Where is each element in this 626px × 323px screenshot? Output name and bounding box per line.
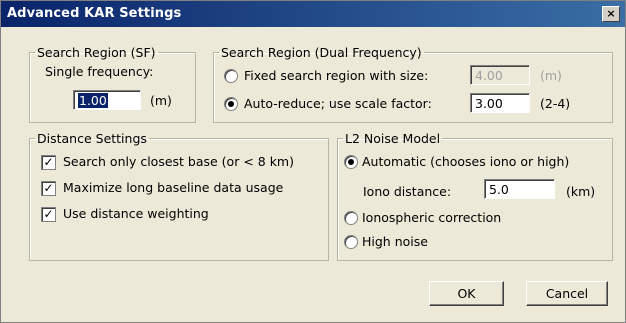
fixed-search-region-unit: (m)	[540, 68, 562, 83]
l2-noise-model-legend: L2 Noise Model	[345, 131, 441, 146]
fixed-search-region-radio[interactable]	[224, 69, 238, 83]
single-frequency-value: 1.00	[78, 93, 108, 108]
search-region-dual-legend: Search Region (Dual Frequency)	[221, 45, 422, 60]
distance-weighting-checkbox[interactable]: ✓	[41, 207, 56, 222]
auto-reduce-radio[interactable]	[224, 97, 238, 111]
single-frequency-unit: (m)	[150, 93, 172, 108]
single-frequency-label: Single frequency:	[45, 64, 154, 79]
distance-settings-legend: Distance Settings	[37, 131, 147, 146]
ionospheric-correction-radio[interactable]	[344, 211, 358, 225]
distance-settings-group: Distance Settings	[29, 131, 329, 261]
search-region-sf-group: Search Region (SF)	[29, 45, 196, 123]
dialog-title: Advanced KAR Settings	[7, 6, 182, 21]
closest-base-checkbox[interactable]: ✓	[41, 155, 56, 170]
search-region-sf-legend: Search Region (SF)	[37, 45, 156, 60]
fixed-search-region-label[interactable]: Fixed search region with size:	[244, 68, 428, 83]
automatic-radio[interactable]	[344, 155, 358, 169]
auto-reduce-label[interactable]: Auto-reduce; use scale factor:	[244, 96, 432, 111]
iono-distance-label: Iono distance:	[363, 184, 452, 199]
closest-base-label[interactable]: Search only closest base (or < 8 km)	[63, 154, 294, 169]
iono-distance-input[interactable]: 5.0	[484, 179, 555, 199]
title-bar[interactable]: Advanced KAR Settings ×	[1, 1, 625, 27]
automatic-label[interactable]: Automatic (chooses iono or high)	[362, 154, 569, 169]
fixed-search-region-input[interactable]: 4.00	[470, 65, 530, 85]
search-region-dual-group: Search Region (Dual Frequency)	[213, 45, 613, 123]
single-frequency-input[interactable]: 1.00	[73, 90, 141, 110]
high-noise-radio[interactable]	[344, 235, 358, 249]
ionospheric-correction-label[interactable]: Ionospheric correction	[362, 210, 501, 225]
long-baseline-checkbox[interactable]: ✓	[41, 181, 56, 196]
scale-factor-input[interactable]: 3.00	[470, 93, 530, 113]
ok-button[interactable]: OK	[429, 281, 504, 306]
close-icon[interactable]: ×	[602, 6, 620, 22]
advanced-kar-settings-dialog: Advanced KAR Settings × Search Region (S…	[0, 0, 626, 323]
cancel-button[interactable]: Cancel	[526, 281, 608, 306]
high-noise-label[interactable]: High noise	[362, 234, 428, 249]
iono-distance-unit: (km)	[566, 184, 596, 199]
distance-weighting-label[interactable]: Use distance weighting	[63, 206, 209, 221]
long-baseline-label[interactable]: Maximize long baseline data usage	[63, 180, 283, 195]
scale-factor-range: (2-4)	[540, 96, 571, 111]
